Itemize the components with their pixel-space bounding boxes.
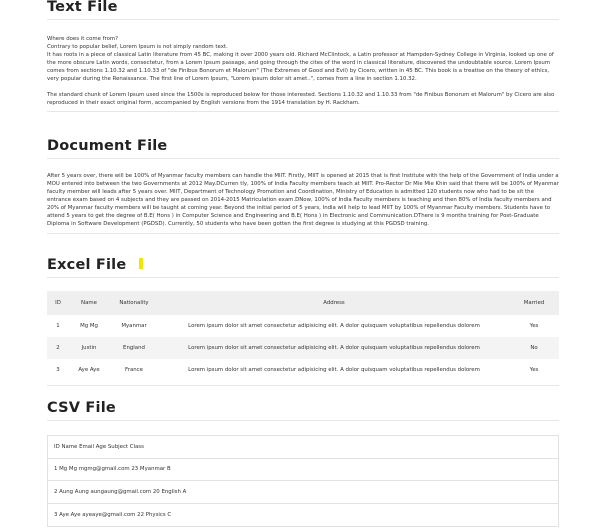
- table-cell: Yes: [529, 367, 539, 373]
- table-header-row: ID Name Nationality Address Married: [47, 291, 559, 315]
- table-cell: No: [530, 345, 538, 351]
- table-cell: France: [125, 367, 143, 373]
- document-file-title: Document File: [47, 138, 168, 154]
- csv-file-title: CSV File: [47, 400, 116, 416]
- excel-file-section: Excel File: [47, 257, 559, 278]
- text-file-section: Text File: [47, 0, 559, 20]
- csv-line: 3 Aye Aye ayeaye@gmail.com 22 Physics C: [54, 512, 172, 519]
- table-cell: 1: [56, 323, 60, 329]
- table-row: 2 Justin England Lorem ipsum dolor sit a…: [47, 337, 559, 359]
- csv-box-wrapper: ID Name Email Age Subject Class 1 Mg Mg …: [47, 435, 559, 528]
- divider: [47, 158, 559, 159]
- table-cell: Yes: [529, 323, 539, 329]
- column-header: Name: [81, 300, 97, 306]
- column-header: Married: [523, 300, 545, 306]
- table-row: 1 Mg Mg Myanmar Lorem ipsum dolor sit am…: [47, 315, 559, 337]
- divider: [47, 420, 559, 421]
- column-header: ID: [55, 300, 61, 306]
- excel-file-heading: Excel File: [47, 257, 559, 273]
- document-file-paragraph: After 5 years over, there will be 100% o…: [47, 173, 559, 227]
- table-cell: 2: [56, 345, 60, 351]
- csv-line: ID Name Email Age Subject Class: [48, 436, 558, 459]
- table-cell: 3: [56, 367, 60, 373]
- text-file-title: Text File: [47, 0, 118, 15]
- excel-file-title: Excel File: [47, 257, 127, 273]
- excel-table-wrapper: ID Name Nationality Address Married 1 Mg…: [47, 291, 559, 386]
- page: Text File Where does it come from? Contr…: [0, 0, 605, 531]
- document-file-section: Document File: [47, 138, 559, 159]
- csv-line: 2 Aung Aung aungaung@gmail.com 20 Englis…: [48, 481, 558, 504]
- table-cell: Justin: [81, 345, 97, 351]
- csv-line: 1 Mg Mg mgmg@gmail.com 23 Myanmar B: [48, 459, 558, 482]
- divider: [47, 111, 559, 112]
- table-cell: Lorem ipsum dolor sit amet consectetur a…: [188, 367, 480, 373]
- excel-table: ID Name Nationality Address Married 1 Mg…: [47, 291, 559, 381]
- document-file-body: After 5 years over, there will be 100% o…: [47, 172, 559, 234]
- column-header: Nationality: [119, 300, 149, 306]
- text-file-paragraph-1: Where does it come from? Contrary to pop…: [47, 36, 554, 82]
- text-file-body: Where does it come from? Contrary to pop…: [47, 35, 559, 112]
- divider: [47, 385, 559, 386]
- column-header: Address: [323, 300, 345, 306]
- csv-content-box: ID Name Email Age Subject Class 1 Mg Mg …: [47, 435, 559, 528]
- table-cell: Lorem ipsum dolor sit amet consectetur a…: [188, 323, 480, 329]
- divider: [47, 19, 559, 20]
- table-cell: Aye Aye: [78, 367, 100, 373]
- text-cursor-marker: [139, 257, 144, 269]
- divider: [47, 277, 559, 278]
- csv-file-section: CSV File: [47, 400, 559, 421]
- table-cell: Lorem ipsum dolor sit amet consectetur a…: [188, 345, 480, 351]
- table-cell: Mg Mg: [80, 323, 98, 329]
- table-row: 3 Aye Aye France Lorem ipsum dolor sit a…: [47, 359, 559, 381]
- text-file-paragraph-2: The standard chunk of Lorem Ipsum used s…: [47, 92, 555, 106]
- table-cell: England: [123, 345, 145, 351]
- divider: [47, 233, 559, 234]
- table-cell: Myanmar: [121, 323, 147, 329]
